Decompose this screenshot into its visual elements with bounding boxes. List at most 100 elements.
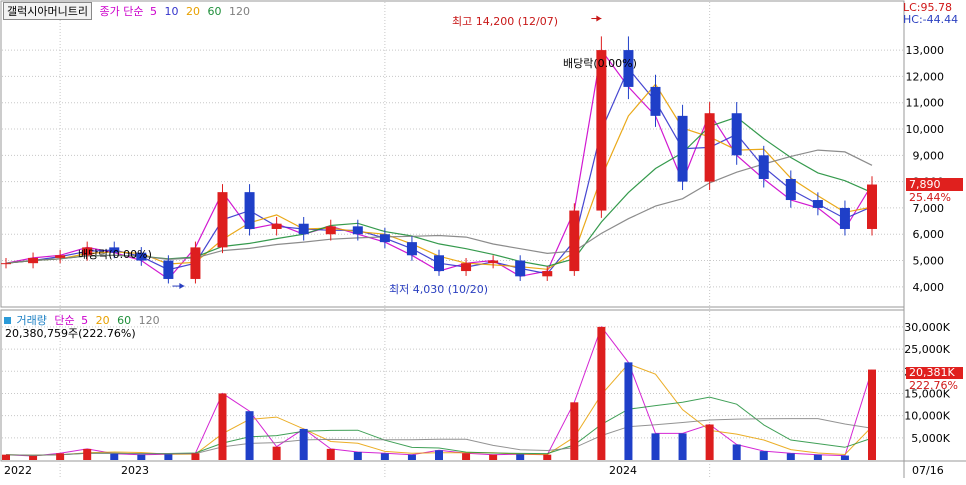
price-tick-label: 13,000 <box>906 44 945 57</box>
ma-legend-5: 5 <box>149 5 157 18</box>
high-annotation: 최고 14,200 (12/07) <box>452 15 559 28</box>
x-label-current-date: 07/16 <box>912 464 944 477</box>
volume-bar <box>651 433 660 460</box>
volume-bar <box>326 448 335 460</box>
price-candle <box>596 50 607 211</box>
price-candle <box>461 263 472 272</box>
price-candle <box>406 242 417 256</box>
ma-legend-10: 10 <box>164 5 179 18</box>
volume-info: 20,380,759주(222.76%) <box>5 327 136 340</box>
volume-panel-frame <box>0 309 905 462</box>
volume-tick-label: 10,000K <box>904 410 950 423</box>
price-tick-label: 10,000 <box>906 123 945 136</box>
dividend-annotation-2: 배당락(0.00%) <box>563 57 637 70</box>
volume-bar <box>462 453 471 460</box>
current-change-pct: 25.44% <box>909 191 951 204</box>
price-tick-label: 6,000 <box>913 228 945 241</box>
price-candle <box>677 115 688 182</box>
volume-bar <box>813 454 822 460</box>
volume-bar <box>2 454 10 460</box>
price-candle <box>244 192 255 229</box>
price-candle <box>867 184 877 229</box>
volume-bar <box>570 402 579 460</box>
volume-tick-label: 30,000K <box>904 321 950 334</box>
price-candle <box>650 86 661 116</box>
price-candle <box>325 226 336 235</box>
price-candle <box>839 207 850 229</box>
volume-bar <box>245 411 254 460</box>
volume-tick-label: 25,000K <box>904 343 950 356</box>
x-label-2022: 2022 <box>4 464 32 477</box>
price-candle <box>55 255 66 258</box>
chart-svg: 4,0005,0006,0007,0008,0009,00010,00011,0… <box>0 0 966 478</box>
volume-bar <box>678 433 687 460</box>
price-candle <box>542 271 553 277</box>
hc-label: HC:-44.44 <box>903 13 959 26</box>
volume-bar <box>840 455 849 460</box>
volume-bar <box>516 454 525 460</box>
stock-chart: 4,0005,0006,0007,0008,0009,00010,00011,0… <box>0 0 966 481</box>
price-tick-label: 11,000 <box>906 97 945 110</box>
price-candle <box>515 260 526 277</box>
price-candle <box>731 113 742 156</box>
price-candle <box>1 263 11 265</box>
ma-legend-120: 120 <box>228 5 250 18</box>
volume-bar <box>489 454 498 460</box>
ma-legend-20: 20 <box>185 5 200 18</box>
volume-bar <box>732 444 741 460</box>
volume-bar <box>380 453 389 460</box>
volume-bar <box>353 452 362 460</box>
price-candle <box>379 234 390 243</box>
price-candle <box>163 260 174 279</box>
price-candle <box>758 155 769 179</box>
price-candle <box>488 260 499 264</box>
volume-bar <box>110 453 119 460</box>
price-tick-label: 5,000 <box>913 255 945 268</box>
stock-name-box[interactable]: 갤럭시아머니트리 <box>3 2 92 20</box>
current-volume-pct: 222.76% <box>909 379 958 392</box>
x-label-2023: 2023 <box>121 464 149 477</box>
volume-bar <box>597 326 606 460</box>
price-candle <box>704 113 715 182</box>
price-candle <box>28 257 39 264</box>
volume-bar <box>29 456 38 460</box>
x-label-2024: 2024 <box>609 464 637 477</box>
volume-bar <box>137 454 146 460</box>
price-candle <box>812 200 823 208</box>
volume-tick-label: 5,000K <box>911 432 950 445</box>
price-legend: 갤럭시아머니트리 종가 단순 5 10 20 60 120 <box>3 2 250 20</box>
volume-bar <box>218 393 227 460</box>
volume-bar <box>407 454 416 460</box>
dividend-annotation-1: 배당락(0.00%) <box>78 248 152 261</box>
price-candle <box>352 226 363 235</box>
volume-bar <box>272 446 281 460</box>
current-volume-value: 20,381K <box>909 366 955 379</box>
price-candle <box>271 223 282 229</box>
volume-bar <box>786 453 795 460</box>
price-tick-label: 4,000 <box>913 281 945 294</box>
volume-bar <box>759 451 768 460</box>
price-candle <box>785 178 796 201</box>
price-candle <box>217 192 228 248</box>
ma-legend-60: 60 <box>207 5 222 18</box>
volume-bar <box>56 453 65 460</box>
price-candle <box>190 247 201 279</box>
volume-bar <box>868 369 876 460</box>
low-annotation: 최저 4,030 (10/20) <box>389 283 489 296</box>
volume-bar <box>435 450 443 460</box>
volume-bar <box>624 362 633 460</box>
price-candle <box>298 223 309 235</box>
volume-bar <box>83 448 92 460</box>
ma-legend-label: 종가 단순 <box>99 5 144 18</box>
volume-bar <box>164 454 173 460</box>
price-tick-label: 12,000 <box>906 70 945 83</box>
volume-bar <box>299 428 308 460</box>
volume-legend-square <box>4 317 11 324</box>
volume-bar <box>191 453 200 460</box>
price-candle <box>434 255 444 272</box>
volume-ma-120: 120 <box>138 314 160 327</box>
current-price-value: 7,890 <box>909 178 941 191</box>
price-candle <box>569 210 580 272</box>
price-tick-label: 9,000 <box>913 149 945 162</box>
volume-bar <box>543 454 552 460</box>
